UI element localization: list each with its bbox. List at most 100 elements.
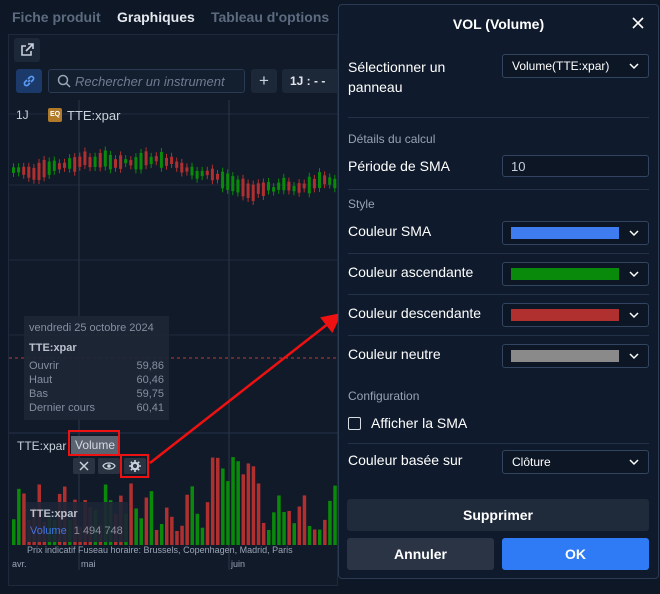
candle-body <box>139 152 143 170</box>
volume-bar <box>205 502 210 545</box>
based-on-label: Couleur basée sur <box>348 452 463 468</box>
section-calc-title: Détails du calcul <box>348 132 436 146</box>
volume-bar <box>297 506 302 545</box>
candle-body <box>154 156 158 162</box>
search-input[interactable] <box>75 73 240 89</box>
candle-body <box>190 166 194 176</box>
candle-body <box>32 167 36 180</box>
tooltip-row-high: Haut 60,46 <box>29 374 164 386</box>
delete-button[interactable]: Supprimer <box>347 499 649 531</box>
close-icon <box>632 17 644 29</box>
tooltip-value: 59,86 <box>136 360 164 372</box>
volume-bar <box>134 508 138 545</box>
neutral-color-picker[interactable] <box>502 344 649 368</box>
candle-body <box>63 162 66 168</box>
candle-body <box>149 156 153 165</box>
tooltip-value: 59,75 <box>136 388 164 400</box>
tooltip-label: Haut <box>29 374 53 386</box>
add-instrument-button[interactable]: + <box>251 69 277 93</box>
sma-color-picker[interactable] <box>502 221 649 245</box>
volume-bar <box>246 463 251 545</box>
candle-body <box>47 161 51 175</box>
tab-fiche-produit[interactable]: Fiche produit <box>12 9 101 25</box>
candle-body <box>226 173 230 190</box>
chart-footer: Prix indicatif Fuseau horaire: Brussels,… <box>27 545 293 555</box>
volume-legend-value: 1 494 748 <box>73 525 123 537</box>
volume-bar <box>226 481 230 545</box>
instrument-search[interactable] <box>48 69 245 93</box>
candle-body <box>17 167 21 173</box>
volume-bar <box>312 529 317 545</box>
volume-bar <box>251 466 256 545</box>
volume-bar <box>323 519 327 545</box>
candle-body <box>73 157 77 172</box>
candle-body <box>302 183 306 189</box>
month-label: mai <box>81 559 96 569</box>
open-external-button[interactable] <box>14 38 40 62</box>
neutral-color-swatch <box>511 350 619 362</box>
remove-indicator-button[interactable] <box>73 458 95 474</box>
candle-body <box>144 151 148 166</box>
volume-bar <box>277 495 281 545</box>
volume-bar <box>236 461 240 545</box>
sma-period-input[interactable] <box>502 155 649 177</box>
volume-bar <box>292 523 296 545</box>
candle-body <box>307 176 311 194</box>
volume-bar <box>12 519 16 545</box>
candle-body <box>328 177 332 185</box>
tooltip-symbol: TTE:xpar <box>29 342 77 354</box>
panel-select[interactable]: Volume(TTE:xpar) <box>502 54 649 78</box>
section-config-title: Configuration <box>348 389 420 403</box>
divider <box>348 443 649 444</box>
candle-body <box>93 156 97 168</box>
volume-bar <box>216 457 220 545</box>
candle-body <box>129 160 133 166</box>
candle-body <box>282 177 286 191</box>
ok-button[interactable]: OK <box>502 538 649 570</box>
volume-bar <box>129 483 133 545</box>
candle-body <box>261 182 265 196</box>
down-color-picker[interactable] <box>502 303 649 327</box>
tab-tableau-options[interactable]: Tableau d'options <box>211 9 329 25</box>
candle-body <box>205 170 209 176</box>
tooltip-value: 60,41 <box>136 402 164 414</box>
dialog-close-button[interactable] <box>628 13 648 33</box>
candle-body <box>216 173 219 180</box>
volume-bar <box>165 507 169 545</box>
volume-bar <box>144 497 149 545</box>
cancel-button[interactable]: Annuler <box>347 538 494 570</box>
candle-body <box>114 159 117 168</box>
indicator-settings-dialog: VOL (Volume) Sélectionner un panneau Vol… <box>338 4 659 579</box>
divider <box>348 189 649 190</box>
candle-body <box>272 187 276 192</box>
candle-body <box>98 152 102 168</box>
divider <box>348 253 649 254</box>
tab-graphiques[interactable]: Graphiques <box>117 9 195 25</box>
volume-legend-row: Volume 1 494 748 <box>30 525 123 537</box>
up-color-picker[interactable] <box>502 262 649 286</box>
toggle-visibility-button[interactable] <box>98 458 120 474</box>
candle-body <box>236 179 240 193</box>
interval-selector[interactable]: 1J : - - <box>282 69 338 93</box>
candle-body <box>287 181 291 191</box>
link-button[interactable] <box>16 69 42 93</box>
candle-body <box>134 157 138 170</box>
volume-bar <box>159 524 164 545</box>
volume-bar <box>272 512 276 545</box>
month-label: avr. <box>12 559 27 569</box>
chevron-down-icon <box>629 353 639 360</box>
candle-body <box>175 161 179 168</box>
divider <box>348 335 649 336</box>
based-on-select[interactable]: Clôture <box>502 450 649 474</box>
candle-body <box>165 157 168 166</box>
candle-body <box>256 183 260 194</box>
chevron-down-icon <box>629 312 639 319</box>
volume-bar <box>261 522 266 545</box>
volume-bar <box>149 491 154 545</box>
show-sma-checkbox[interactable] <box>348 417 361 430</box>
based-on-value: Clôture <box>512 455 551 469</box>
candle-body <box>159 151 163 168</box>
candle-body <box>185 167 189 172</box>
volume-legend-label: Volume <box>30 525 67 537</box>
show-sma-label: Afficher la SMA <box>371 415 468 431</box>
